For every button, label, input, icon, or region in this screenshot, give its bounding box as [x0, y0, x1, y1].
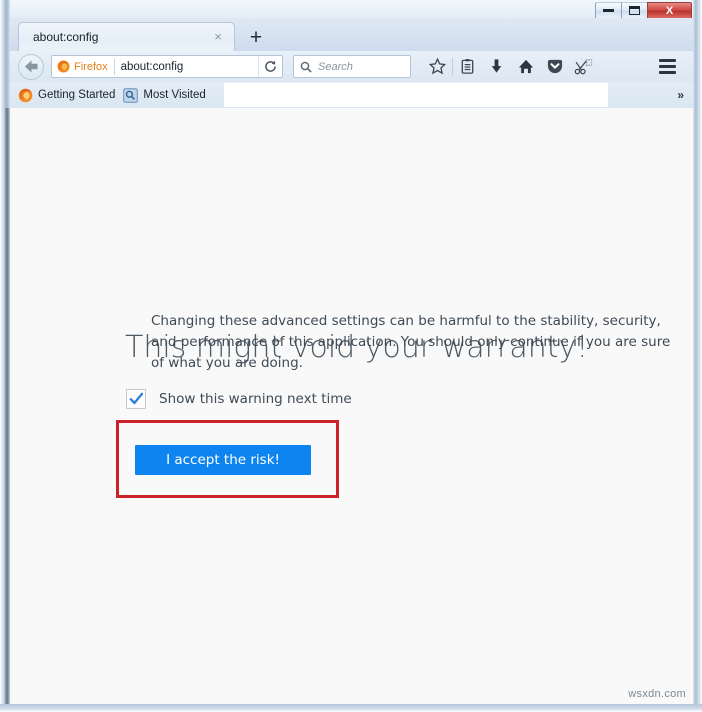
identity-box[interactable]: Firefox — [52, 58, 121, 75]
url-text[interactable]: about:config — [121, 61, 184, 73]
most-visited-icon — [123, 87, 139, 103]
window-border-right — [693, 0, 702, 712]
show-warning-checkbox-label: Show this warning next time — [159, 391, 352, 407]
window-border-bottom — [0, 704, 702, 712]
title-bar: X — [0, 0, 702, 20]
navigation-toolbar: Firefox about:config Search — [10, 51, 693, 82]
minimize-icon — [603, 9, 614, 12]
search-bar[interactable]: Search — [293, 55, 411, 78]
url-bar[interactable]: Firefox about:config — [51, 55, 283, 78]
warning-body-text: Changing these advanced settings can be … — [151, 313, 671, 371]
reload-button[interactable] — [258, 56, 282, 77]
identity-label: Firefox — [74, 60, 108, 73]
minimize-button[interactable] — [595, 2, 622, 19]
reading-list-icon[interactable] — [453, 54, 482, 80]
bookmarks-toolbar: Getting Started Most Visited » — [10, 82, 693, 108]
star-glyph — [429, 58, 446, 75]
tab-close-icon[interactable]: × — [211, 30, 225, 44]
page-content-area: This might void your warranty! Changing … — [10, 108, 693, 704]
window-controls: X — [595, 2, 692, 19]
firefox-icon — [18, 88, 33, 102]
clip-scissors-icon[interactable] — [569, 54, 598, 80]
new-tab-button[interactable]: + — [242, 24, 270, 51]
checkmark-icon — [129, 392, 143, 405]
browser-window: X about:config × + Firefox about:config … — [0, 0, 702, 712]
show-warning-checkbox-row[interactable]: Show this warning next time — [126, 389, 352, 409]
reload-icon — [265, 60, 276, 72]
window-border-left — [0, 0, 10, 712]
download-arrow-icon[interactable] — [482, 54, 511, 80]
window-border-shadow — [5, 108, 10, 705]
search-icon — [300, 61, 312, 73]
home-glyph — [518, 59, 533, 74]
pocket-glyph — [547, 59, 562, 74]
bookmark-label: Most Visited — [143, 89, 206, 101]
search-placeholder: Search — [318, 60, 353, 73]
accept-risk-button[interactable]: I accept the risk! — [135, 445, 311, 475]
hamburger-line — [658, 71, 676, 74]
bookmark-most-visited[interactable]: Most Visited — [123, 87, 206, 103]
watermark: wsxdn.com — [628, 688, 686, 700]
about-config-warning-page: This might void your warranty! Changing … — [10, 108, 693, 704]
hamburger-line — [658, 59, 676, 62]
bookmarks-empty-area — [224, 83, 608, 107]
toolbar-icon-group — [423, 54, 598, 80]
annotation-rectangle: I accept the risk! — [116, 420, 339, 498]
maximize-button[interactable] — [621, 2, 648, 19]
bookmarks-overflow-chevron-icon[interactable]: » — [677, 88, 684, 102]
tab-strip: about:config × + — [10, 18, 693, 51]
close-icon: X — [665, 4, 674, 17]
back-button[interactable] — [18, 53, 44, 80]
maximize-icon — [629, 6, 640, 15]
bookmark-star-icon[interactable] — [423, 54, 452, 80]
home-icon[interactable] — [511, 54, 540, 80]
scissors-glyph — [574, 58, 593, 74]
bookmark-getting-started[interactable]: Getting Started — [18, 88, 115, 103]
tab-title: about:config — [33, 30, 99, 44]
download-glyph — [491, 59, 502, 73]
firefox-icon — [57, 60, 70, 73]
show-warning-checkbox[interactable] — [126, 389, 146, 409]
back-arrow-icon — [24, 60, 37, 73]
clipboard-glyph — [461, 58, 474, 74]
bookmark-label: Getting Started — [38, 89, 116, 101]
hamburger-menu-button[interactable] — [653, 54, 681, 79]
plus-icon: + — [249, 26, 263, 49]
close-button[interactable]: X — [647, 2, 692, 19]
tab-about-config[interactable]: about:config × — [18, 22, 235, 51]
hamburger-line — [658, 65, 676, 68]
pocket-icon[interactable] — [540, 54, 569, 80]
identity-separator — [113, 58, 115, 75]
